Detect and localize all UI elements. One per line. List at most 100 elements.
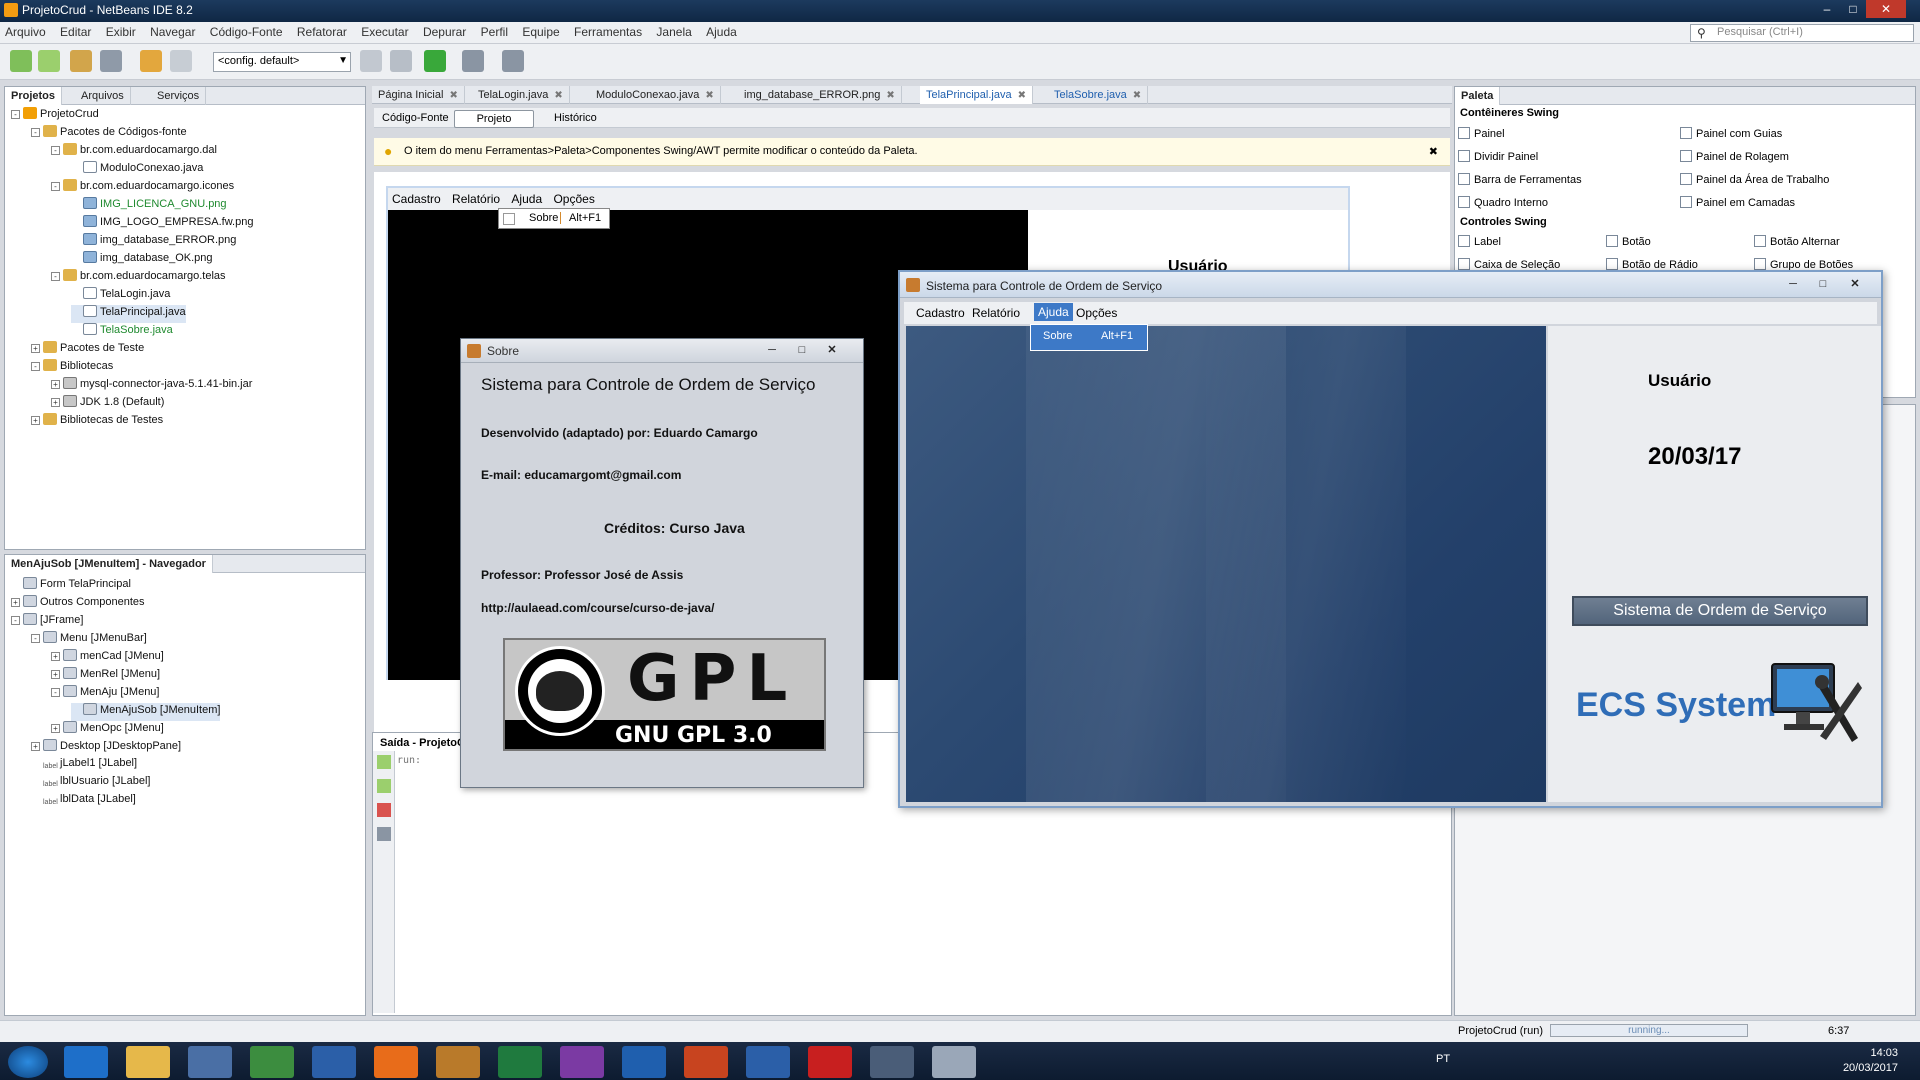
palette-painel-rolagem[interactable]: Painel de Rolagem bbox=[1680, 150, 1789, 163]
tab-servicos[interactable]: Serviços bbox=[151, 87, 207, 105]
build-icon[interactable] bbox=[360, 50, 382, 72]
palette-painel-camadas[interactable]: Painel em Camadas bbox=[1680, 196, 1795, 209]
palette-label[interactable]: Label bbox=[1458, 235, 1501, 248]
expand-icon[interactable]: + bbox=[31, 344, 40, 353]
minimize-button[interactable]: ─ bbox=[757, 342, 787, 358]
minimize-button[interactable]: ─ bbox=[1778, 276, 1808, 292]
tree-item[interactable]: IMG_LICENCA_GNU.png bbox=[71, 197, 227, 215]
tree-item[interactable]: + MenRel [JMenu] bbox=[51, 667, 160, 685]
tree-item[interactable]: img_database_ERROR.png bbox=[71, 233, 236, 251]
palette-section-containers[interactable]: Contêineres Swing bbox=[1460, 107, 1559, 119]
tree-item[interactable]: label lblUsuario [JLabel] bbox=[31, 775, 151, 793]
menu-arquivo[interactable]: Arquivo bbox=[0, 22, 52, 39]
tab-telaprincipal[interactable]: TelaPrincipal.java ✖ bbox=[920, 86, 1033, 104]
tree-item[interactable]: - Menu [JMenuBar] bbox=[31, 631, 147, 649]
tree-item[interactable]: - ProjetoCrud bbox=[11, 107, 99, 125]
close-icon[interactable]: ✖ bbox=[705, 90, 713, 101]
menuitem-sobre[interactable]: Sobre Alt+F1 bbox=[1031, 328, 1147, 346]
tree-item[interactable]: - Pacotes de Códigos-fonte bbox=[31, 125, 187, 143]
collapse-icon[interactable]: - bbox=[51, 688, 60, 697]
tree-item[interactable]: ModuloConexao.java bbox=[71, 161, 203, 179]
close-icon[interactable]: ✖ bbox=[1018, 90, 1026, 101]
language-indicator[interactable]: PT bbox=[1436, 1053, 1450, 1065]
firefox-icon[interactable] bbox=[374, 1046, 418, 1078]
collapse-icon[interactable]: - bbox=[11, 616, 20, 625]
debug-icon[interactable] bbox=[462, 50, 484, 72]
output-tab[interactable]: Saída - ProjetoC bbox=[374, 734, 471, 752]
palette-painel-guias[interactable]: Painel com Guias bbox=[1680, 127, 1782, 140]
undo-icon[interactable] bbox=[140, 50, 162, 72]
outlook-icon[interactable] bbox=[622, 1046, 666, 1078]
tree-item[interactable]: img_database_OK.png bbox=[71, 251, 213, 269]
tree-item[interactable]: - br.com.eduardocamargo.dal bbox=[51, 143, 217, 161]
save-all-icon[interactable] bbox=[100, 50, 122, 72]
tree-item[interactable]: + menCad [JMenu] bbox=[51, 649, 164, 667]
expand-icon[interactable]: + bbox=[51, 652, 60, 661]
close-icon[interactable]: ✖ bbox=[449, 90, 457, 101]
new-file-icon[interactable] bbox=[10, 50, 32, 72]
subtab-projeto[interactable]: Projeto bbox=[454, 110, 534, 128]
word-icon[interactable] bbox=[746, 1046, 790, 1078]
tab-projetos[interactable]: Projetos bbox=[5, 87, 63, 105]
close-icon[interactable]: ✖ bbox=[554, 90, 562, 101]
maximize-button[interactable]: □ bbox=[1808, 276, 1838, 292]
tab-telasobre[interactable]: TelaSobre.java ✖ bbox=[1048, 86, 1149, 104]
subtab-codigo-fonte[interactable]: Código-Fonte bbox=[374, 110, 457, 128]
clean-build-icon[interactable] bbox=[390, 50, 412, 72]
palette-barra-ferramentas[interactable]: Barra de Ferramentas bbox=[1458, 173, 1582, 186]
close-button[interactable]: ✕ bbox=[1840, 276, 1870, 292]
main-desktop-pane[interactable] bbox=[906, 326, 1546, 802]
settings-icon[interactable] bbox=[377, 827, 391, 841]
java-taskbar-icon[interactable] bbox=[932, 1046, 976, 1078]
tree-item[interactable]: MenAjuSob [JMenuItem] bbox=[71, 703, 221, 721]
tree-item[interactable]: TelaLogin.java bbox=[71, 287, 170, 305]
profile-icon[interactable] bbox=[502, 50, 524, 72]
expand-icon[interactable]: + bbox=[51, 670, 60, 679]
menu-exibir[interactable]: Exibir bbox=[101, 22, 142, 39]
collapse-icon[interactable]: - bbox=[51, 272, 60, 281]
main-menu-cadastro[interactable]: Cadastro bbox=[916, 306, 965, 320]
expand-icon[interactable]: + bbox=[31, 742, 40, 751]
tree-item[interactable]: - [JFrame] bbox=[11, 613, 83, 631]
tree-item[interactable]: - br.com.eduardocamargo.icones bbox=[51, 179, 234, 197]
tree-item[interactable]: Form TelaPrincipal bbox=[11, 577, 131, 595]
sobre-url[interactable]: http://aulaead.com/course/curso-de-java/ bbox=[481, 601, 714, 615]
tree-item[interactable]: label jLabel1 [JLabel] bbox=[31, 757, 137, 775]
menu-editar[interactable]: Editar bbox=[55, 22, 97, 39]
new-project-icon[interactable] bbox=[38, 50, 60, 72]
menu-navegar[interactable]: Navegar bbox=[145, 22, 201, 39]
start-button[interactable] bbox=[8, 1046, 48, 1078]
tab-telalogin[interactable]: TelaLogin.java ✖ bbox=[472, 86, 570, 104]
expand-icon[interactable]: + bbox=[31, 416, 40, 425]
close-button[interactable]: ✕ bbox=[817, 342, 847, 358]
main-menu-opcoes[interactable]: Opções bbox=[1076, 306, 1117, 320]
palette-section-controls[interactable]: Controles Swing bbox=[1460, 216, 1547, 228]
menu-executar[interactable]: Executar bbox=[356, 22, 414, 39]
menu-ferramentas[interactable]: Ferramentas bbox=[569, 22, 648, 39]
powerpoint-icon[interactable] bbox=[684, 1046, 728, 1078]
tab-navigator[interactable]: MenAjuSob [JMenuItem] - Navegador bbox=[5, 555, 213, 573]
tree-item[interactable]: + Desktop [JDesktopPane] bbox=[31, 739, 181, 757]
expand-icon[interactable]: + bbox=[51, 380, 60, 389]
tab-arquivos[interactable]: Arquivos bbox=[75, 87, 131, 105]
menu-refatorar[interactable]: Refatorar bbox=[292, 22, 353, 39]
rerun-customize-icon[interactable] bbox=[377, 779, 391, 793]
sublime-icon[interactable] bbox=[436, 1046, 480, 1078]
tree-item[interactable]: TelaPrincipal.java bbox=[71, 305, 186, 323]
collapse-icon[interactable]: - bbox=[51, 182, 60, 191]
chrome-icon[interactable] bbox=[250, 1046, 294, 1078]
tree-item[interactable]: + mysql-connector-java-5.1.41-bin.jar bbox=[51, 377, 252, 395]
tree-item[interactable]: IMG_LOGO_EMPRESA.fw.png bbox=[71, 215, 253, 233]
tab-img-database-error[interactable]: img_database_ERROR.png ✖ bbox=[738, 86, 902, 104]
tree-item[interactable]: - br.com.eduardocamargo.telas bbox=[51, 269, 226, 287]
maximize-button[interactable]: □ bbox=[787, 342, 817, 358]
design-menu-opcoes[interactable]: Opções bbox=[549, 188, 598, 206]
tree-item[interactable]: + Bibliotecas de Testes bbox=[31, 413, 163, 431]
palette-botao[interactable]: Botão bbox=[1606, 235, 1651, 248]
collapse-icon[interactable]: - bbox=[11, 110, 20, 119]
close-icon[interactable]: ✖ bbox=[1133, 90, 1141, 101]
excel-icon[interactable] bbox=[498, 1046, 542, 1078]
tree-item[interactable]: - Bibliotecas bbox=[31, 359, 113, 377]
close-button[interactable]: ✕ bbox=[1866, 0, 1906, 18]
netbeans-taskbar-icon[interactable] bbox=[870, 1046, 914, 1078]
